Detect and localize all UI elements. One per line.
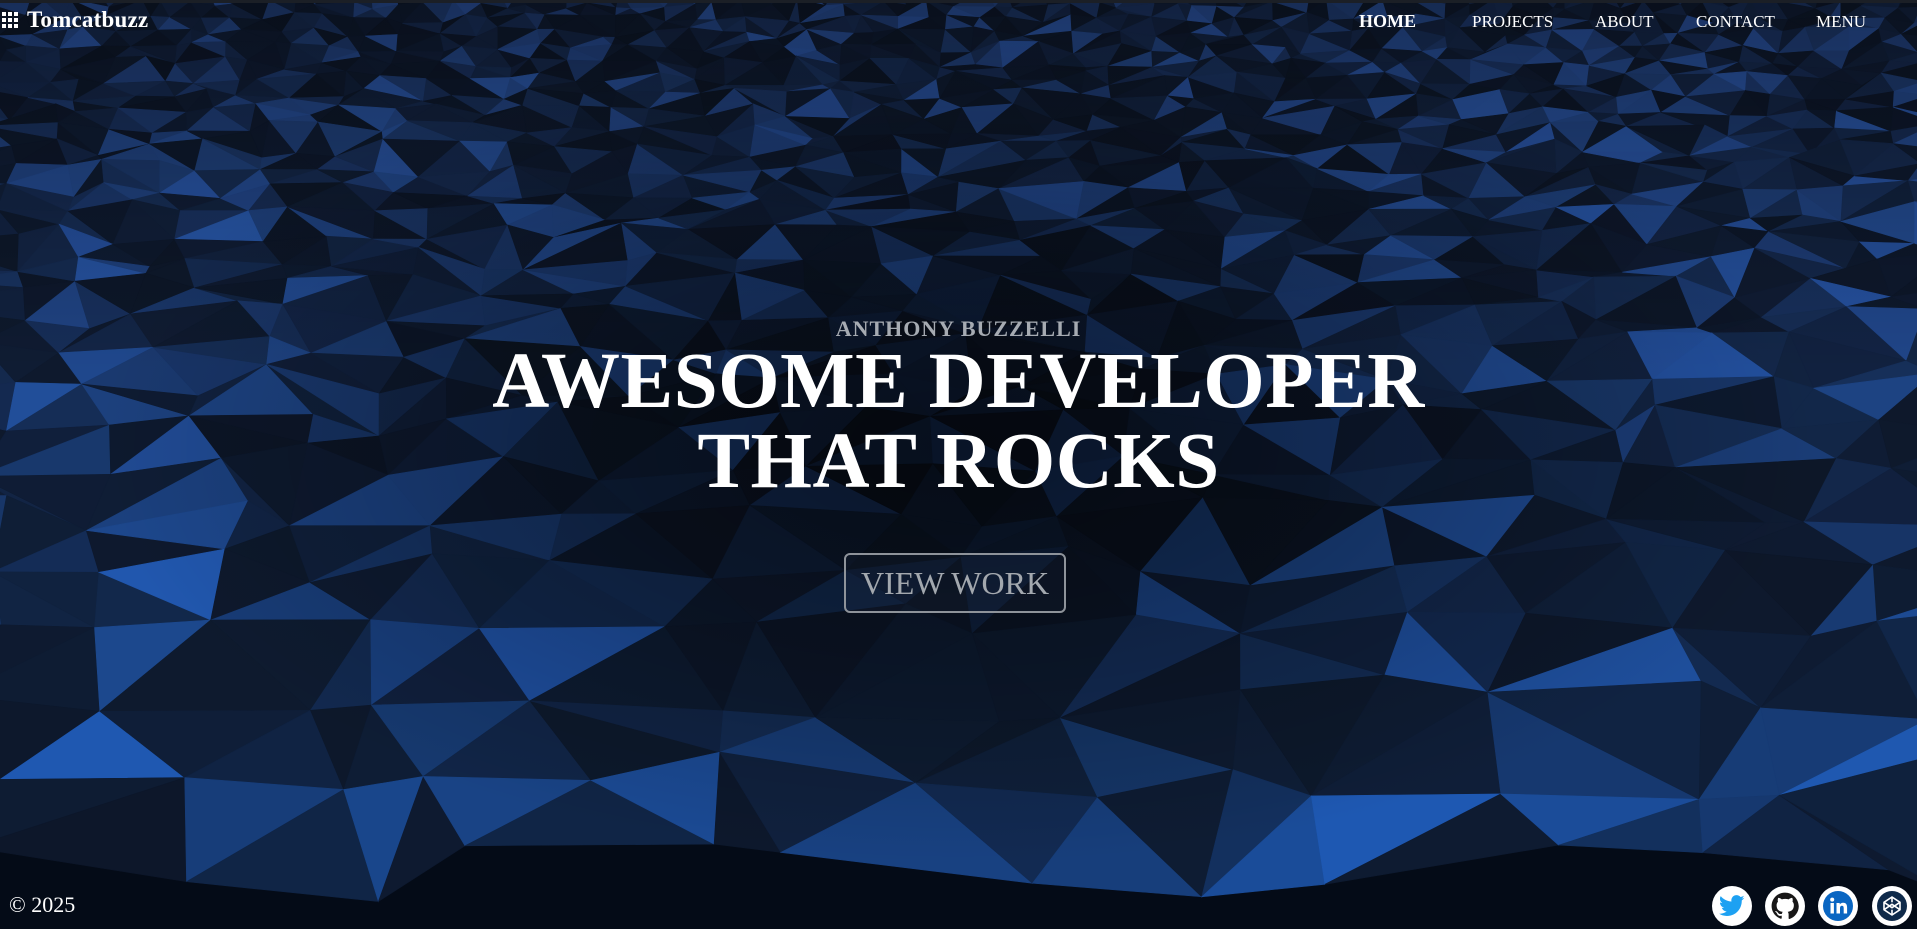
view-work-button[interactable]: VIEW WORK xyxy=(844,553,1066,613)
hero-section: Tomcatbuzz HOME PROJECTS ABOUT CONTACT M… xyxy=(0,0,1917,929)
main-nav: HOME PROJECTS ABOUT CONTACT MENU xyxy=(1317,11,1917,36)
social-links xyxy=(1710,886,1917,929)
nav-about[interactable]: ABOUT xyxy=(1595,12,1654,32)
brand-name[interactable]: Tomcatbuzz xyxy=(27,7,148,33)
apps-grid-icon[interactable] xyxy=(2,12,18,28)
brand[interactable]: Tomcatbuzz xyxy=(0,7,148,33)
headline-line-2: THAT ROCKS xyxy=(697,418,1220,505)
linkedin-link[interactable] xyxy=(1818,886,1858,926)
hero-headline: AWESOME DEVELOPER THAT ROCKS xyxy=(0,342,1917,502)
nav-home[interactable]: HOME xyxy=(1359,11,1416,32)
github-link[interactable] xyxy=(1765,886,1805,926)
nav-menu[interactable]: MENU xyxy=(1816,12,1866,32)
codepen-icon xyxy=(1877,891,1907,921)
codepen-link[interactable] xyxy=(1872,886,1912,926)
headline-line-1: AWESOME DEVELOPER xyxy=(492,338,1425,425)
twitter-link[interactable] xyxy=(1712,886,1752,926)
nav-projects[interactable]: PROJECTS xyxy=(1472,12,1553,32)
twitter-icon xyxy=(1719,895,1745,916)
linkedin-icon xyxy=(1823,891,1853,921)
copyright: © 2025 xyxy=(9,892,76,917)
nav-contact[interactable]: CONTACT xyxy=(1696,12,1775,32)
github-icon xyxy=(1771,892,1799,919)
top-border xyxy=(0,0,1917,3)
